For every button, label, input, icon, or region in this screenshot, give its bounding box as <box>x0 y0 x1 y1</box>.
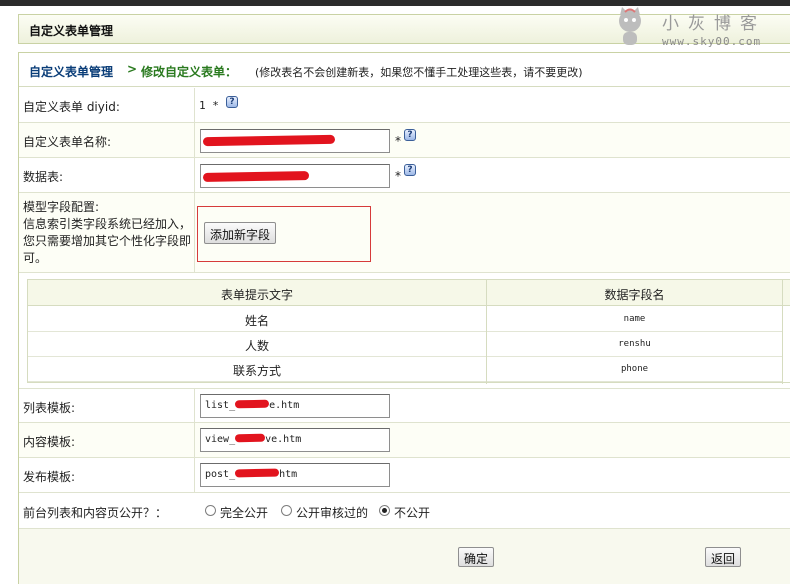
table-cell-label: 人数 <box>28 332 486 357</box>
visibility-label: 前台列表和内容页公开？： <box>23 506 168 520</box>
post-template-input[interactable]: post_ htm <box>200 463 390 487</box>
redaction-mark <box>235 399 270 409</box>
table-header-label: 表单提示文字 <box>28 280 486 306</box>
diyid-row: 自定义表单 diyid: 1 * ? <box>19 88 790 123</box>
data-table-input[interactable] <box>200 164 390 188</box>
model-fields-hint: 可。 <box>23 251 48 265</box>
required-mark: * <box>395 134 401 148</box>
list-template-label: 列表模板: <box>23 401 76 415</box>
form-name-row: 自定义表单名称: * ? <box>19 123 790 158</box>
cat-mascot-icon <box>619 7 641 45</box>
model-fields-hint: 信息索引类字段系统已经加入， <box>23 217 192 231</box>
add-field-button[interactable]: 添加新字段 <box>204 222 277 244</box>
confirm-button[interactable]: 确定 <box>458 547 495 567</box>
diyid-label: 自定义表单 diyid: <box>23 100 120 114</box>
help-icon[interactable]: ? <box>226 96 238 108</box>
radio-private[interactable] <box>379 505 390 516</box>
form-name-input[interactable] <box>200 129 390 153</box>
field-table: 表单提示文字 数据字段名 姓名 name 人数 renshu 联系方式 phon… <box>27 279 790 384</box>
radio-approved[interactable] <box>281 505 292 516</box>
breadcrumb-current: 修改自定义表单： <box>141 65 238 79</box>
table-cell-label: 姓名 <box>28 307 486 332</box>
post-template-label: 发布模板: <box>23 470 76 484</box>
table-cell-field: phone <box>487 357 782 382</box>
radio-approved-label[interactable]: 公开审核过的 <box>296 504 368 521</box>
radio-private-label[interactable]: 不公开 <box>394 504 430 521</box>
watermark-url: www.sky00.com <box>662 35 762 48</box>
required-mark: * <box>395 169 401 183</box>
visibility-row: 前台列表和内容页公开？： 完全公开 公开审核过的 不公开 <box>19 493 790 529</box>
radio-public[interactable] <box>205 505 216 516</box>
table-cell-field: name <box>487 307 782 332</box>
help-icon[interactable]: ? <box>404 129 416 141</box>
data-table-label: 数据表: <box>23 170 64 184</box>
list-template-row: 列表模板: list_ e.htm <box>19 388 790 423</box>
redaction-mark <box>202 134 336 147</box>
table-header-field: 数据字段名 <box>487 280 782 306</box>
view-template-label: 内容模板: <box>23 435 76 449</box>
model-fields-row: 模型字段配置: 信息索引类字段系统已经加入， 您只需要增加其它个性化字段即 可。… <box>19 193 790 273</box>
redaction-mark <box>235 433 266 443</box>
breadcrumb-note: (修改表名不会创建新表，如果您不懂手工处理这些表，请不要更改) <box>255 66 583 79</box>
page-title: 自定义表单管理 <box>29 24 114 38</box>
model-fields-label: 模型字段配置: <box>23 200 100 214</box>
table-cell-label: 联系方式 <box>28 357 486 382</box>
breadcrumb: 自定义表单管理 > 修改自定义表单： (修改表名不会创建新表，如果您不懂手工处理… <box>19 53 790 87</box>
radio-public-label[interactable]: 完全公开 <box>220 504 268 521</box>
watermark: 小灰博客 www.sky00.com <box>610 5 790 51</box>
view-template-row: 内容模板: view_ ve.htm <box>19 423 790 458</box>
data-table-row: 数据表: * ? <box>19 158 790 193</box>
breadcrumb-separator: > <box>127 62 138 76</box>
back-button[interactable]: 返回 <box>705 547 742 567</box>
model-fields-hint: 您只需要增加其它个性化字段即 <box>23 234 192 248</box>
redaction-mark <box>235 468 280 478</box>
redaction-mark <box>202 171 310 182</box>
list-template-input[interactable]: list_ e.htm <box>200 394 390 418</box>
table-cell-field: renshu <box>487 332 782 357</box>
watermark-brand: 小灰博客 <box>662 14 766 34</box>
post-template-row: 发布模板: post_ htm <box>19 458 790 493</box>
form-name-label: 自定义表单名称: <box>23 135 112 149</box>
diyid-value: 1 * <box>199 99 219 112</box>
view-template-input[interactable]: view_ ve.htm <box>200 428 390 452</box>
help-icon[interactable]: ? <box>404 164 416 176</box>
form-panel: 自定义表单管理 > 修改自定义表单： (修改表名不会创建新表，如果您不懂手工处理… <box>18 52 790 584</box>
breadcrumb-home-link[interactable]: 自定义表单管理 <box>29 63 113 80</box>
form-footer: 确定 返回 <box>19 529 790 584</box>
